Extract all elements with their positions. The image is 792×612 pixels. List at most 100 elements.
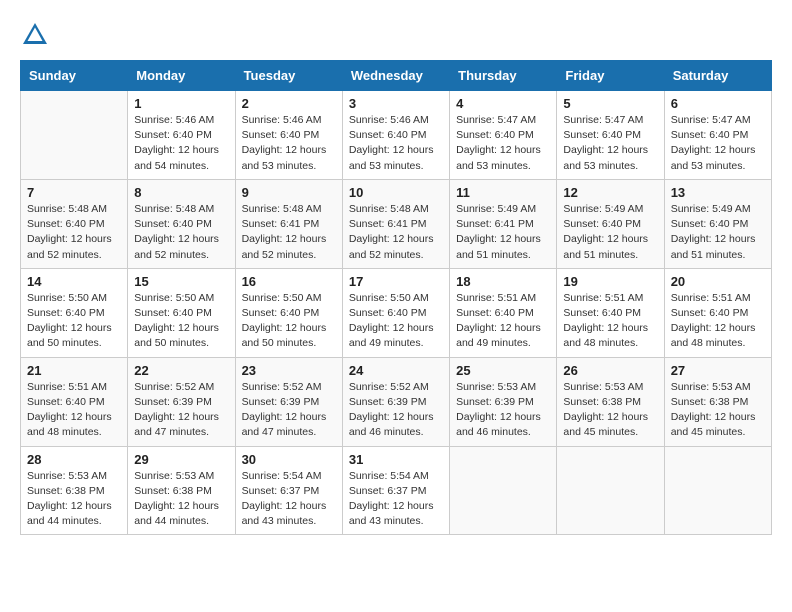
day-info: Sunrise: 5:48 AM Sunset: 6:41 PM Dayligh… — [242, 202, 336, 263]
day-number: 2 — [242, 96, 336, 111]
day-info: Sunrise: 5:50 AM Sunset: 6:40 PM Dayligh… — [242, 291, 336, 352]
calendar-cell: 29 Sunrise: 5:53 AM Sunset: 6:38 PM Dayli… — [128, 446, 235, 535]
day-number: 22 — [134, 363, 228, 378]
column-header-tuesday: Tuesday — [235, 61, 342, 91]
calendar-cell: 30 Sunrise: 5:54 AM Sunset: 6:37 PM Dayli… — [235, 446, 342, 535]
day-info: Sunrise: 5:47 AM Sunset: 6:40 PM Dayligh… — [456, 113, 550, 174]
column-header-monday: Monday — [128, 61, 235, 91]
day-number: 4 — [456, 96, 550, 111]
calendar-cell: 26 Sunrise: 5:53 AM Sunset: 6:38 PM Dayli… — [557, 357, 664, 446]
day-number: 15 — [134, 274, 228, 289]
day-number: 1 — [134, 96, 228, 111]
calendar-cell: 28 Sunrise: 5:53 AM Sunset: 6:38 PM Dayli… — [21, 446, 128, 535]
day-info: Sunrise: 5:53 AM Sunset: 6:38 PM Dayligh… — [27, 469, 121, 530]
calendar-cell — [21, 91, 128, 180]
logo-icon — [20, 20, 50, 50]
day-info: Sunrise: 5:46 AM Sunset: 6:40 PM Dayligh… — [242, 113, 336, 174]
calendar-cell: 21 Sunrise: 5:51 AM Sunset: 6:40 PM Dayli… — [21, 357, 128, 446]
calendar-cell: 3 Sunrise: 5:46 AM Sunset: 6:40 PM Daylig… — [342, 91, 449, 180]
calendar-cell — [557, 446, 664, 535]
day-info: Sunrise: 5:51 AM Sunset: 6:40 PM Dayligh… — [563, 291, 657, 352]
week-row-2: 7 Sunrise: 5:48 AM Sunset: 6:40 PM Daylig… — [21, 179, 772, 268]
calendar-cell: 23Sunrise: 5:52 AM Sunset: 6:39 PM Dayli… — [235, 357, 342, 446]
day-info: Sunrise: 5:53 AM Sunset: 6:38 PM Dayligh… — [563, 380, 657, 441]
calendar-cell: 8Sunrise: 5:48 AM Sunset: 6:40 PM Daylig… — [128, 179, 235, 268]
day-info: Sunrise: 5:48 AM Sunset: 6:40 PM Dayligh… — [27, 202, 121, 263]
day-info: Sunrise: 5:52 AM Sunset: 6:39 PM Dayligh… — [134, 380, 228, 441]
column-header-wednesday: Wednesday — [342, 61, 449, 91]
day-info: Sunrise: 5:48 AM Sunset: 6:41 PM Dayligh… — [349, 202, 443, 263]
day-number: 3 — [349, 96, 443, 111]
day-info: Sunrise: 5:50 AM Sunset: 6:40 PM Dayligh… — [349, 291, 443, 352]
day-number: 23 — [242, 363, 336, 378]
calendar-cell: 27 Sunrise: 5:53 AM Sunset: 6:38 PM Dayli… — [664, 357, 771, 446]
day-info: Sunrise: 5:50 AM Sunset: 6:40 PM Dayligh… — [134, 291, 228, 352]
day-info: Sunrise: 5:49 AM Sunset: 6:40 PM Dayligh… — [563, 202, 657, 263]
calendar-cell: 13 Sunrise: 5:49 AM Sunset: 6:40 PM Dayli… — [664, 179, 771, 268]
day-info: Sunrise: 5:46 AM Sunset: 6:40 PM Dayligh… — [349, 113, 443, 174]
day-number: 31 — [349, 452, 443, 467]
calendar-cell — [450, 446, 557, 535]
day-info: Sunrise: 5:46 AM Sunset: 6:40 PM Dayligh… — [134, 113, 228, 174]
day-info: Sunrise: 5:53 AM Sunset: 6:38 PM Dayligh… — [671, 380, 765, 441]
day-number: 20 — [671, 274, 765, 289]
day-info: Sunrise: 5:51 AM Sunset: 6:40 PM Dayligh… — [27, 380, 121, 441]
header-row: SundayMondayTuesdayWednesdayThursdayFrid… — [21, 61, 772, 91]
calendar-cell: 5 Sunrise: 5:47 AM Sunset: 6:40 PM Daylig… — [557, 91, 664, 180]
column-header-friday: Friday — [557, 61, 664, 91]
day-number: 14 — [27, 274, 121, 289]
day-info: Sunrise: 5:50 AM Sunset: 6:40 PM Dayligh… — [27, 291, 121, 352]
day-number: 18 — [456, 274, 550, 289]
calendar-cell: 10 Sunrise: 5:48 AM Sunset: 6:41 PM Dayli… — [342, 179, 449, 268]
day-number: 7 — [27, 185, 121, 200]
day-info: Sunrise: 5:51 AM Sunset: 6:40 PM Dayligh… — [671, 291, 765, 352]
day-number: 12 — [563, 185, 657, 200]
calendar-cell: 16 Sunrise: 5:50 AM Sunset: 6:40 PM Dayli… — [235, 268, 342, 357]
calendar-cell: 6Sunrise: 5:47 AM Sunset: 6:40 PM Daylig… — [664, 91, 771, 180]
calendar-cell: 25Sunrise: 5:53 AM Sunset: 6:39 PM Dayli… — [450, 357, 557, 446]
day-info: Sunrise: 5:49 AM Sunset: 6:40 PM Dayligh… — [671, 202, 765, 263]
day-info: Sunrise: 5:51 AM Sunset: 6:40 PM Dayligh… — [456, 291, 550, 352]
calendar-cell: 7 Sunrise: 5:48 AM Sunset: 6:40 PM Daylig… — [21, 179, 128, 268]
calendar-cell: 17 Sunrise: 5:50 AM Sunset: 6:40 PM Dayli… — [342, 268, 449, 357]
day-info: Sunrise: 5:54 AM Sunset: 6:37 PM Dayligh… — [349, 469, 443, 530]
day-number: 27 — [671, 363, 765, 378]
day-info: Sunrise: 5:47 AM Sunset: 6:40 PM Dayligh… — [563, 113, 657, 174]
day-number: 30 — [242, 452, 336, 467]
calendar-cell: 1 Sunrise: 5:46 AM Sunset: 6:40 PM Daylig… — [128, 91, 235, 180]
day-info: Sunrise: 5:52 AM Sunset: 6:39 PM Dayligh… — [349, 380, 443, 441]
logo — [20, 20, 56, 50]
day-info: Sunrise: 5:53 AM Sunset: 6:39 PM Dayligh… — [456, 380, 550, 441]
day-number: 11 — [456, 185, 550, 200]
calendar-cell: 20 Sunrise: 5:51 AM Sunset: 6:40 PM Dayli… — [664, 268, 771, 357]
calendar-cell: 15 Sunrise: 5:50 AM Sunset: 6:40 PM Dayli… — [128, 268, 235, 357]
calendar-cell: 11Sunrise: 5:49 AM Sunset: 6:41 PM Dayli… — [450, 179, 557, 268]
day-info: Sunrise: 5:54 AM Sunset: 6:37 PM Dayligh… — [242, 469, 336, 530]
header — [20, 20, 772, 50]
day-info: Sunrise: 5:53 AM Sunset: 6:38 PM Dayligh… — [134, 469, 228, 530]
day-number: 13 — [671, 185, 765, 200]
calendar-cell: 19Sunrise: 5:51 AM Sunset: 6:40 PM Dayli… — [557, 268, 664, 357]
day-number: 29 — [134, 452, 228, 467]
day-info: Sunrise: 5:48 AM Sunset: 6:40 PM Dayligh… — [134, 202, 228, 263]
week-row-3: 14 Sunrise: 5:50 AM Sunset: 6:40 PM Dayli… — [21, 268, 772, 357]
day-number: 16 — [242, 274, 336, 289]
day-number: 21 — [27, 363, 121, 378]
column-header-thursday: Thursday — [450, 61, 557, 91]
day-number: 6 — [671, 96, 765, 111]
column-header-sunday: Sunday — [21, 61, 128, 91]
calendar-cell: 12 Sunrise: 5:49 AM Sunset: 6:40 PM Dayli… — [557, 179, 664, 268]
day-number: 26 — [563, 363, 657, 378]
column-header-saturday: Saturday — [664, 61, 771, 91]
calendar-table: SundayMondayTuesdayWednesdayThursdayFrid… — [20, 60, 772, 535]
week-row-5: 28 Sunrise: 5:53 AM Sunset: 6:38 PM Dayli… — [21, 446, 772, 535]
calendar-cell: 4 Sunrise: 5:47 AM Sunset: 6:40 PM Daylig… — [450, 91, 557, 180]
day-number: 10 — [349, 185, 443, 200]
day-number: 17 — [349, 274, 443, 289]
day-number: 9 — [242, 185, 336, 200]
calendar-cell: 14 Sunrise: 5:50 AM Sunset: 6:40 PM Dayli… — [21, 268, 128, 357]
calendar-cell: 31 Sunrise: 5:54 AM Sunset: 6:37 PM Dayli… — [342, 446, 449, 535]
day-number: 5 — [563, 96, 657, 111]
day-number: 28 — [27, 452, 121, 467]
week-row-4: 21 Sunrise: 5:51 AM Sunset: 6:40 PM Dayli… — [21, 357, 772, 446]
